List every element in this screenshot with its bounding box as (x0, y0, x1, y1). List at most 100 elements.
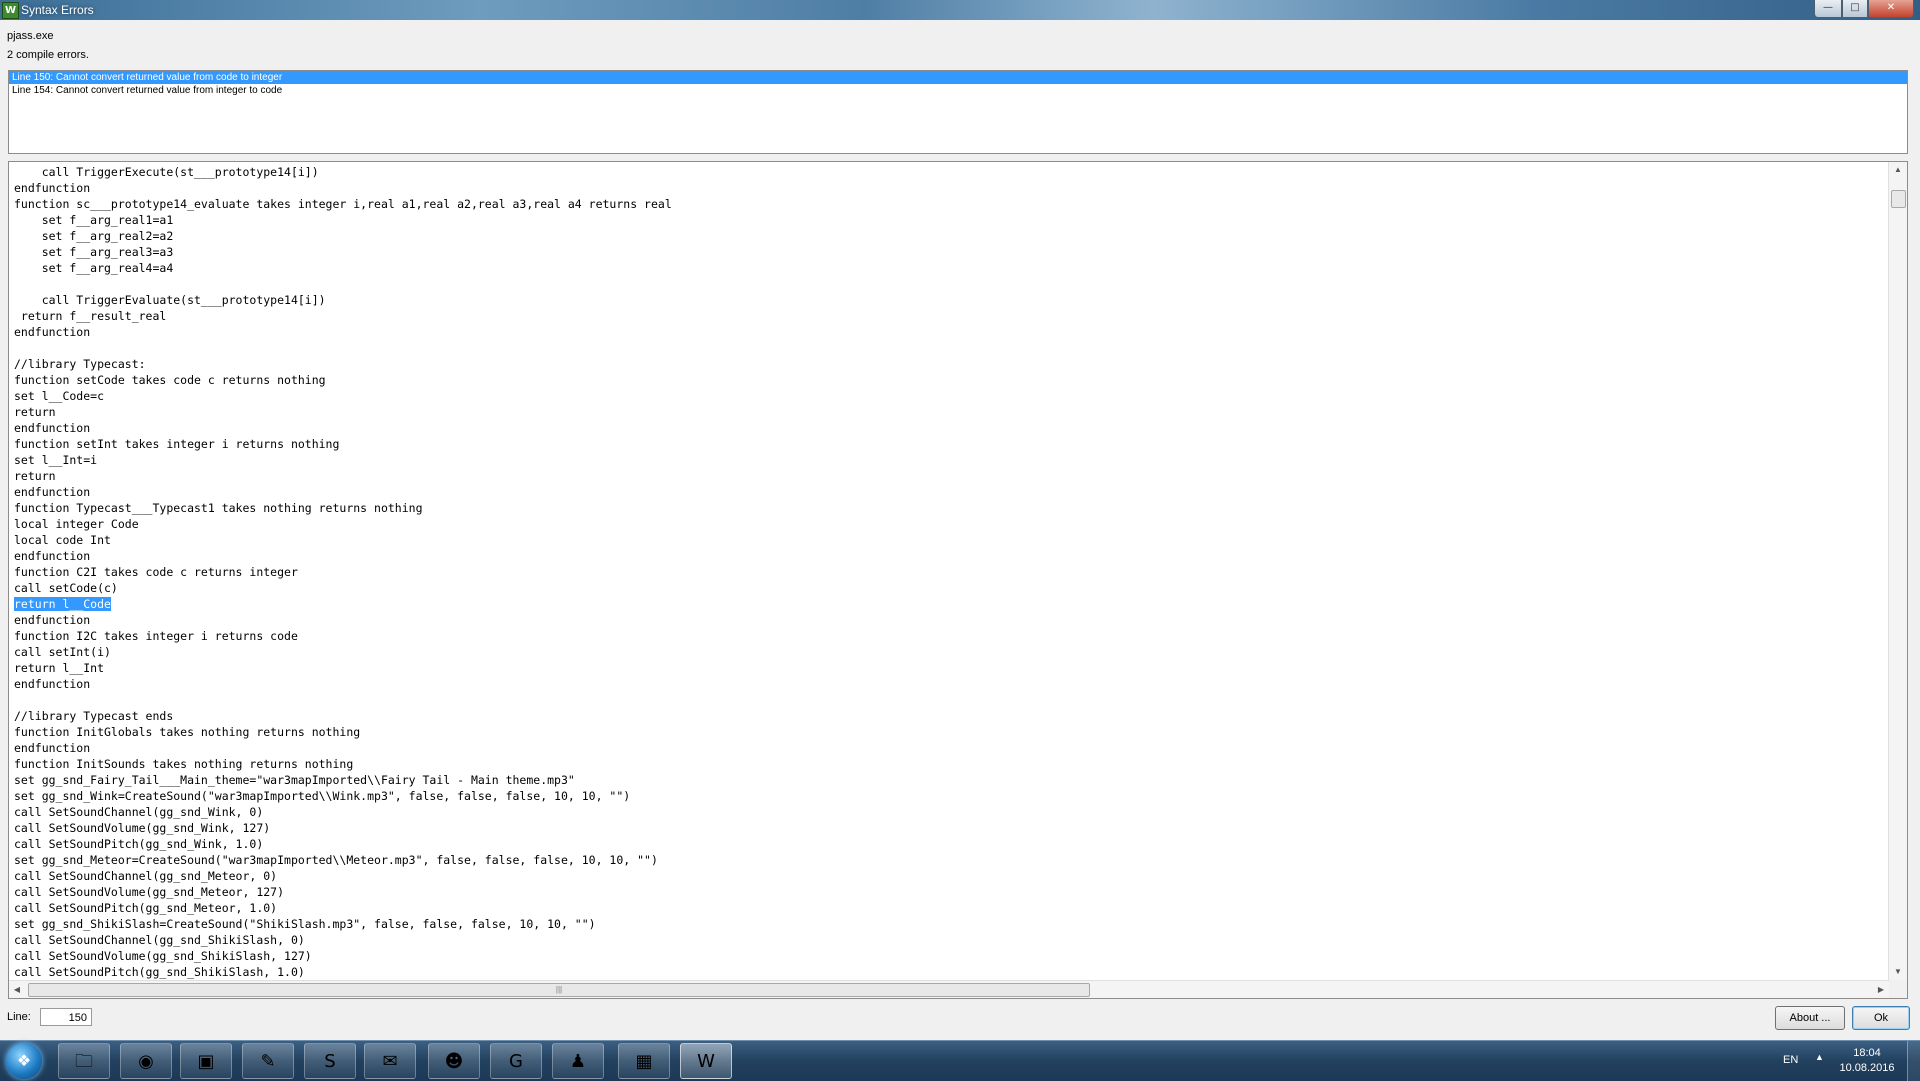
code-line: endfunction (14, 180, 1885, 196)
minimize-button[interactable]: — (1814, 0, 1842, 18)
line-label: Line: (7, 1011, 31, 1023)
code-text: return f__result_real (14, 309, 167, 323)
code-line: set gg_snd_ShikiSlash=CreateSound("Shiki… (14, 916, 1885, 932)
code-text: //library Typecast: (14, 357, 146, 371)
code-line: //library Typecast ends (14, 708, 1885, 724)
code-line: call SetSoundVolume(gg_snd_Meteor, 127) (14, 884, 1885, 900)
code-line: set f__arg_real4=a4 (14, 260, 1885, 276)
horizontal-scrollbar[interactable]: ◀ ||| ▶ (9, 980, 1889, 998)
code-text: call setInt(i) (14, 645, 111, 659)
garena-icon[interactable]: G (490, 1043, 542, 1079)
code-line: call SetSoundPitch(gg_snd_Wink, 1.0) (14, 836, 1885, 852)
show-desktop-button[interactable] (1907, 1041, 1920, 1081)
line-number-field[interactable]: 150 (40, 1008, 92, 1026)
window-title: Syntax Errors (21, 3, 94, 17)
window-app-icon[interactable]: ▣ (180, 1043, 232, 1079)
code-text: call setCode(c) (14, 581, 118, 595)
code-line: endfunction (14, 548, 1885, 564)
scroll-up-icon[interactable]: ▲ (1889, 162, 1907, 178)
code-text: return l__Int (14, 661, 105, 675)
error-item[interactable]: Line 150: Cannot convert returned value … (9, 71, 1907, 84)
code-viewer[interactable]: call TriggerExecute(st___prototype14[i])… (8, 161, 1908, 999)
tray-clock[interactable]: 18:04 10.08.2016 (1832, 1046, 1902, 1076)
language-indicator[interactable]: EN (1783, 1054, 1798, 1066)
code-line: endfunction (14, 676, 1885, 692)
error-item[interactable]: Line 154: Cannot convert returned value … (9, 84, 1907, 97)
window-controls: — □ ✕ (1814, 0, 1914, 18)
code-line: endfunction (14, 324, 1885, 340)
scroll-down-icon[interactable]: ▼ (1889, 964, 1907, 980)
code-text: endfunction (14, 421, 91, 435)
code-text: set gg_snd_Meteor=CreateSound("war3mapIm… (14, 853, 658, 867)
code-text: set l__Code=c (14, 389, 105, 403)
code-line: call setInt(i) (14, 644, 1885, 660)
code-line: function setCode takes code c returns no… (14, 372, 1885, 388)
scroll-right-icon[interactable]: ▶ (1873, 981, 1889, 998)
code-text: function C2I takes code c returns intege… (14, 565, 298, 579)
code-text: function I2C takes integer i returns cod… (14, 629, 298, 643)
close-button[interactable]: ✕ (1868, 0, 1914, 18)
code-text: call TriggerExecute(st___prototype14[i]) (14, 165, 319, 179)
pen-tool-icon[interactable]: ✎ (242, 1043, 294, 1079)
vertical-scroll-thumb[interactable] (1891, 190, 1906, 208)
warcraft-icon[interactable]: ▦ (618, 1043, 670, 1079)
code-text: call TriggerEvaluate(st___prototype14[i]… (14, 293, 326, 307)
code-text: call SetSoundVolume(gg_snd_Wink, 127) (14, 821, 271, 835)
scroll-editor-icon[interactable]: ✉ (364, 1043, 416, 1079)
code-line: set f__arg_real3=a3 (14, 244, 1885, 260)
code-line: set f__arg_real1=a1 (14, 212, 1885, 228)
compiler-name: pjass.exe (7, 30, 54, 42)
code-line: call SetSoundChannel(gg_snd_Meteor, 0) (14, 868, 1885, 884)
code-line: local integer Code (14, 516, 1885, 532)
code-text: endfunction (14, 613, 91, 627)
world-editor-icon[interactable]: W (680, 1043, 732, 1079)
taskbar: ❖ 🗀 ◉ ▣ ✎ S ✉ ☻ G ♟ ▦ W EN ▲ 18:04 10.08.2016 (0, 1040, 1920, 1081)
code-line: endfunction (14, 612, 1885, 628)
code-text: call SetSoundPitch(gg_snd_Wink, 1.0) (14, 837, 264, 851)
about-button[interactable]: About ... (1775, 1006, 1845, 1030)
code-text: endfunction (14, 677, 91, 691)
code-line: call SetSoundVolume(gg_snd_ShikiSlash, 1… (14, 948, 1885, 964)
start-button[interactable]: ❖ (6, 1043, 42, 1079)
code-text: set f__arg_real4=a4 (14, 261, 174, 275)
scroll-left-icon[interactable]: ◀ (9, 981, 25, 998)
code-text: function setInt takes integer i returns … (14, 437, 340, 451)
pumpkin-game-icon[interactable]: ☻ (428, 1043, 480, 1079)
code-text: set f__arg_real1=a1 (14, 213, 174, 227)
code-line: call TriggerEvaluate(st___prototype14[i]… (14, 292, 1885, 308)
code-line: set gg_snd_Wink=CreateSound("war3mapImpo… (14, 788, 1885, 804)
code-text: set f__arg_real3=a3 (14, 245, 174, 259)
skype-icon[interactable]: S (304, 1043, 356, 1079)
error-list[interactable]: Line 150: Cannot convert returned value … (8, 70, 1908, 154)
code-line: return f__result_real (14, 308, 1885, 324)
code-line: function sc___prototype14_evaluate takes… (14, 196, 1885, 212)
horizontal-scroll-thumb[interactable]: ||| (28, 983, 1090, 997)
code-line: function I2C takes integer i returns cod… (14, 628, 1885, 644)
code-line: endfunction (14, 420, 1885, 436)
code-text: //library Typecast ends (14, 709, 174, 723)
code-line: local code Int (14, 532, 1885, 548)
vertical-scrollbar[interactable]: ▲ ▼ (1888, 162, 1907, 980)
code-text: set gg_snd_Wink=CreateSound("war3mapImpo… (14, 789, 631, 803)
code-line: call SetSoundChannel(gg_snd_ShikiSlash, … (14, 932, 1885, 948)
code-text: local code Int (14, 533, 111, 547)
code-line: endfunction (14, 740, 1885, 756)
code-lines: call TriggerExecute(st___prototype14[i])… (14, 164, 1885, 980)
code-text: set f__arg_real2=a2 (14, 229, 174, 243)
code-line: set l__Int=i (14, 452, 1885, 468)
code-line: return (14, 404, 1885, 420)
explorer-folder-icon[interactable]: 🗀 (58, 1043, 110, 1079)
code-text: return (14, 469, 56, 483)
red-figure-icon[interactable]: ♟ (552, 1043, 604, 1079)
code-text: set gg_snd_Fairy_Tail___Main_theme="war3… (14, 773, 575, 787)
title-bar[interactable]: W Syntax Errors — □ ✕ (0, 0, 1920, 20)
error-count: 2 compile errors. (7, 49, 89, 61)
code-text: endfunction (14, 549, 91, 563)
browser-icon[interactable]: ◉ (120, 1043, 172, 1079)
maximize-button[interactable]: □ (1842, 0, 1868, 18)
ok-button[interactable]: Ok (1852, 1006, 1910, 1030)
tray-expand-icon[interactable]: ▲ (1815, 1052, 1824, 1062)
code-text: function InitGlobals takes nothing retur… (14, 725, 361, 739)
